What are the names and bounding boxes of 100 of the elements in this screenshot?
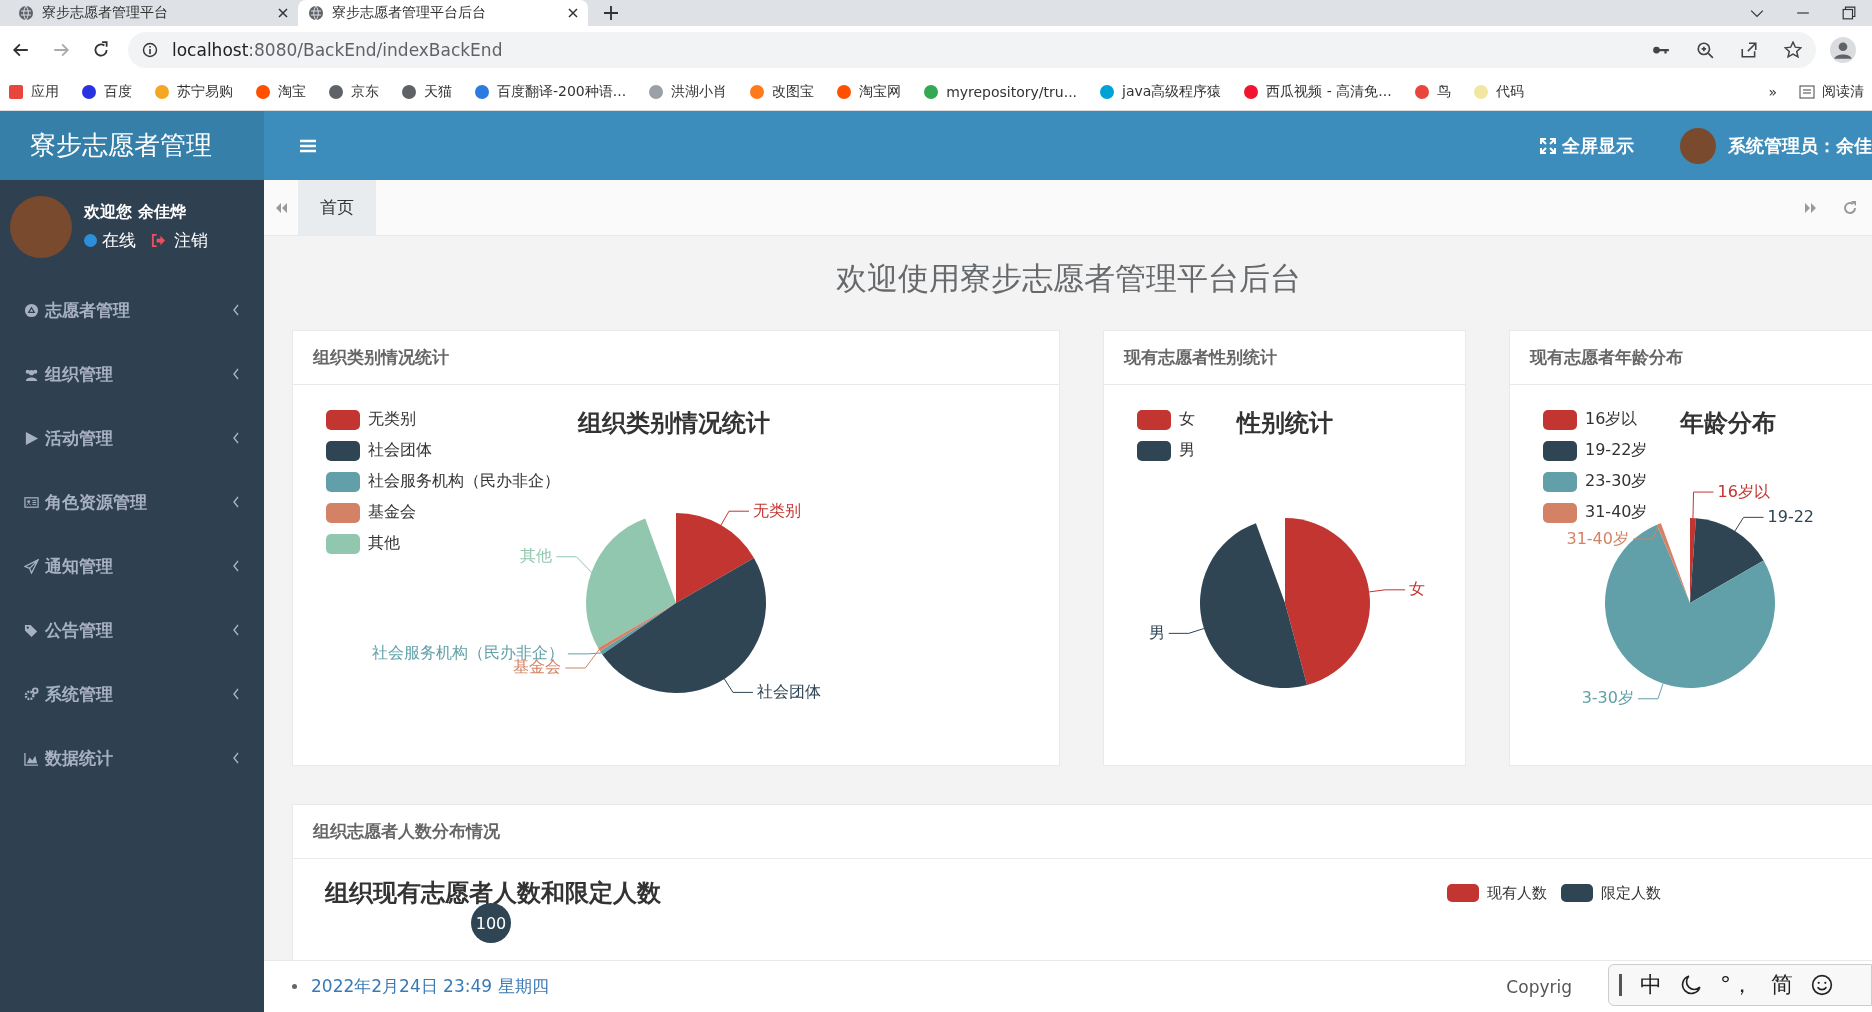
- browser-tab[interactable]: 寮步志愿者管理平台: [8, 0, 298, 26]
- menu-item[interactable]: 通知管理: [0, 534, 264, 598]
- card-title: 组织类别情况统计: [313, 346, 449, 369]
- welcome-title: 欢迎使用寮步志愿者管理平台后台: [834, 259, 1302, 298]
- menu-item[interactable]: 活动管理: [0, 406, 264, 470]
- new-tab-icon[interactable]: [604, 6, 618, 20]
- reload-icon[interactable]: [92, 41, 110, 59]
- legend-item[interactable]: 基金会: [326, 502, 560, 523]
- address-field[interactable]: localhost:8080/BackEnd/indexBackEnd: [128, 32, 1816, 68]
- bookmark[interactable]: myrepository/tru...: [923, 84, 1078, 100]
- legend-item[interactable]: 无类别: [326, 409, 560, 430]
- more-bookmarks[interactable]: »: [1768, 84, 1777, 100]
- slice-label: 男: [1148, 622, 1165, 642]
- menu-icon[interactable]: [300, 138, 316, 153]
- chevron-left-icon: [232, 368, 240, 380]
- bookmark[interactable]: 百度翻译-200种语...: [474, 83, 627, 101]
- info-icon: [142, 42, 158, 58]
- menu-item[interactable]: 数据统计: [0, 726, 264, 790]
- expand-icon: [1540, 137, 1556, 154]
- bookmark[interactable]: 天猫: [401, 83, 452, 101]
- script-mode[interactable]: 简: [1771, 970, 1793, 1000]
- bullet-icon: [292, 984, 297, 989]
- card-title: 组织志愿者人数分布情况: [313, 820, 500, 843]
- bookmark[interactable]: 改图宝: [749, 83, 815, 101]
- legend-item[interactable]: 现有人数: [1447, 883, 1547, 903]
- bookmark[interactable]: 代码: [1472, 83, 1524, 101]
- bookmark-icon: [328, 84, 344, 100]
- legend-item[interactable]: 女: [1137, 409, 1195, 430]
- tags-icon: [24, 622, 39, 638]
- input-mode[interactable]: 中: [1640, 970, 1662, 1000]
- bookmark[interactable]: 鸟: [1413, 83, 1451, 101]
- legend-item[interactable]: 男: [1137, 440, 1195, 461]
- menu-item[interactable]: 志愿者管理: [0, 278, 264, 342]
- bookmark[interactable]: 京东: [328, 83, 379, 101]
- bookmark[interactable]: 西瓜视频 - 高清免...: [1243, 83, 1392, 101]
- restore-icon[interactable]: [1842, 6, 1856, 20]
- slice-label: 社会团体: [756, 681, 821, 701]
- logout-link[interactable]: 注销: [151, 229, 208, 252]
- legend-item[interactable]: 16岁以: [1543, 409, 1648, 430]
- star-icon[interactable]: [1784, 41, 1802, 59]
- bookmark-icon: [836, 84, 853, 100]
- chevron-left-icon: [232, 688, 240, 700]
- bookmark[interactable]: 淘宝: [255, 83, 306, 101]
- bookmark[interactable]: 苏宁易购: [154, 83, 233, 101]
- slice-label: 无类别: [753, 500, 801, 520]
- leader-line: [1368, 589, 1406, 593]
- date-text: 2022年2月24日 23:49 星期四: [311, 975, 549, 998]
- chevron-left-icon: [232, 304, 240, 316]
- smile-icon[interactable]: [1811, 974, 1833, 996]
- online-dot: [84, 234, 97, 247]
- back-icon[interactable]: [12, 41, 30, 59]
- fullscreen-link[interactable]: 全屏显示: [1540, 133, 1634, 158]
- close-icon[interactable]: [278, 8, 288, 18]
- browser-tab[interactable]: 寮步志愿者管理平台后台: [298, 0, 588, 26]
- bookmark-icon: [1413, 84, 1430, 100]
- moon-icon[interactable]: [1680, 974, 1702, 996]
- punctuation-mode[interactable]: °，: [1720, 970, 1753, 1000]
- menu-item[interactable]: 系统管理: [0, 662, 264, 726]
- menu-item[interactable]: 公告管理: [0, 598, 264, 662]
- profile-icon[interactable]: [1830, 37, 1856, 63]
- refresh-icon[interactable]: [1842, 199, 1858, 216]
- id-card-icon: [24, 494, 39, 510]
- bookmark[interactable]: 百度: [81, 83, 132, 101]
- bookmark-icon: [648, 84, 665, 100]
- close-icon[interactable]: [568, 8, 578, 18]
- legend-item[interactable]: 社会服务机构（民办非企）: [326, 471, 560, 492]
- share-icon[interactable]: [1740, 41, 1758, 59]
- bookmark-icon: [81, 84, 97, 100]
- bookmark[interactable]: java高级程序猿: [1099, 83, 1222, 101]
- user-circle-icon: [24, 302, 39, 318]
- chart-title: 年龄分布: [1680, 408, 1776, 439]
- bookmark[interactable]: 应用: [8, 83, 59, 101]
- leader-line: [555, 556, 592, 573]
- legend-item[interactable]: 19-22岁: [1543, 440, 1648, 461]
- card-title: 现有志愿者年龄分布: [1530, 346, 1683, 369]
- chevron-left-icon: [232, 752, 240, 764]
- globe-icon: [308, 5, 324, 21]
- gears-icon: [24, 686, 39, 702]
- zoom-icon[interactable]: [1696, 41, 1714, 59]
- bookmark-icon: [255, 84, 271, 100]
- bookmark[interactable]: 淘宝网: [836, 83, 902, 101]
- paper-plane-icon: [24, 558, 39, 574]
- legend-item[interactable]: 31-40岁: [1543, 502, 1648, 523]
- admin-name[interactable]: 系统管理员：余佳: [1728, 133, 1872, 158]
- leader-line: [720, 510, 750, 526]
- bookmark[interactable]: 洪湖小肖: [648, 83, 728, 101]
- globe-icon: [18, 5, 34, 21]
- menu-item[interactable]: 角色资源管理: [0, 470, 264, 534]
- chevron-left-icon: [232, 624, 240, 636]
- grip-icon[interactable]: [1619, 974, 1622, 996]
- leader-line: [1692, 491, 1714, 519]
- reading-list[interactable]: 阅读清: [1799, 83, 1864, 101]
- copyright-text: Copyrig: [1506, 976, 1572, 997]
- url-text: localhost:8080/BackEnd/indexBackEnd: [172, 40, 503, 60]
- legend-item[interactable]: 限定人数: [1561, 883, 1661, 903]
- legend-item[interactable]: 社会团体: [326, 440, 560, 461]
- menu-item[interactable]: 组织管理: [0, 342, 264, 406]
- page-tab[interactable]: 首页: [298, 180, 376, 235]
- legend-item[interactable]: 23-30岁: [1543, 471, 1648, 492]
- list-icon: [1799, 84, 1815, 100]
